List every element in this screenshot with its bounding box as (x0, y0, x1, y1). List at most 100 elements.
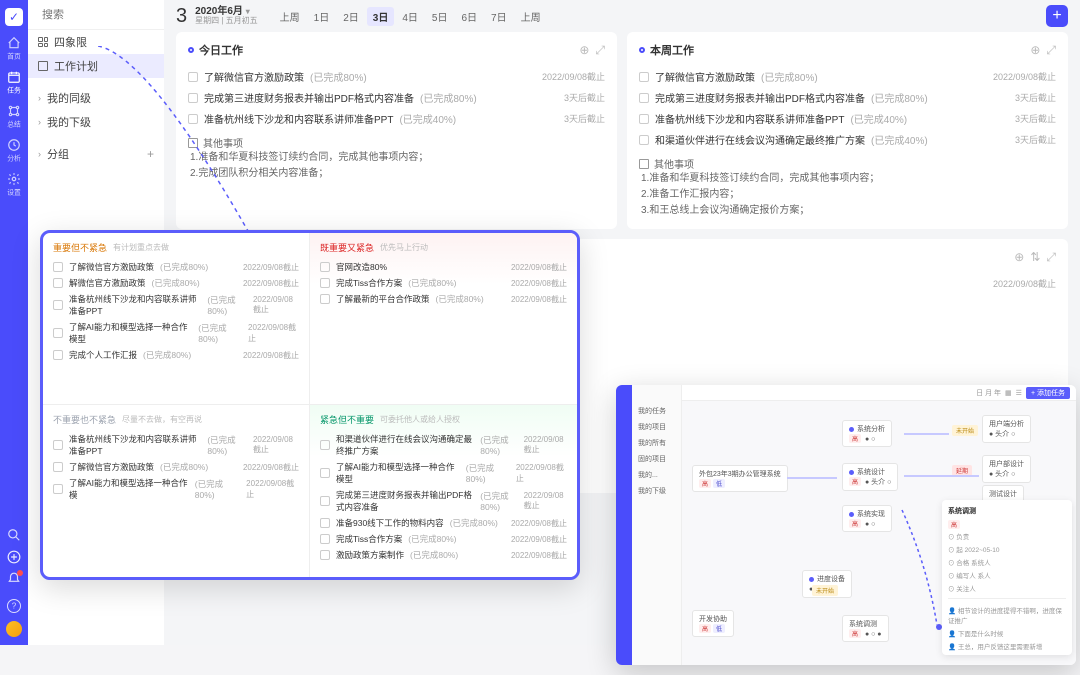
task-row[interactable]: 了解微信官方激励政策(已完成80%)2022/09/08截止 (53, 459, 299, 475)
checkbox[interactable] (320, 440, 330, 450)
add-icon[interactable]: ⊕ (579, 43, 589, 58)
checkbox[interactable] (53, 262, 63, 272)
task-row[interactable]: 了解微信官方激励政策(已完成80%)2022/09/08截止 (639, 66, 1056, 87)
task-row[interactable]: 了解微信官方激励政策(已完成80%)2022/09/08截止 (53, 259, 299, 275)
checkbox[interactable] (639, 93, 649, 103)
day-tab[interactable]: 2日 (337, 7, 365, 26)
sidebar-item-tasks[interactable]: 任务 (2, 68, 26, 98)
task-row[interactable]: 完成Tiss合作方案(已完成80%)2022/09/08截止 (320, 531, 567, 547)
checkbox[interactable] (53, 278, 63, 288)
preview-add-button[interactable]: + 添加任务 (1026, 387, 1070, 399)
task-row[interactable]: 了解微信官方激励政策(已完成80%)2022/09/08截止 (188, 66, 605, 87)
task-row[interactable]: 官网改造80%2022/09/08截止 (320, 259, 567, 275)
task-row[interactable]: 完成第三进度财务报表并输出PDF格式内容准备(已完成80%)3天后截止 (639, 87, 1056, 108)
mindmap-node[interactable]: 用户端分析● 头介 ○ (982, 415, 1031, 443)
add-icon[interactable]: ⊕ (1014, 250, 1024, 265)
checkbox[interactable] (320, 496, 330, 506)
task-row[interactable]: 了解AI能力和模型选择一种合作模型(已完成80%)2022/09/08截止 (53, 319, 299, 347)
plus-icon[interactable]: + (147, 147, 154, 161)
nav-quadrant[interactable]: 四象限 (28, 30, 164, 54)
task-row[interactable]: 激励政策方案制作(已完成80%)2022/09/08截止 (320, 547, 567, 563)
task-row[interactable]: 准备杭州线下沙龙和内容联系讲师准备PPT(已完成80%)2022/09/08截止 (53, 431, 299, 459)
day-tab[interactable]: 4日 (396, 7, 424, 26)
task-row[interactable]: 完成第三进度财务报表并输出PDF格式内容准备(已完成80%)3天后截止 (188, 87, 605, 108)
checkbox[interactable] (53, 462, 63, 472)
search-input[interactable] (42, 9, 184, 21)
nav-subs[interactable]: › 我的下级 (28, 110, 164, 134)
task-row[interactable]: 了解最新的平台合作政策(已完成80%)2022/09/08截止 (320, 291, 567, 307)
checkbox[interactable] (320, 262, 330, 272)
clock-icon (7, 138, 21, 152)
expand-icon[interactable]: ⤢ (1046, 43, 1056, 58)
mindmap-node[interactable]: 用户部设计● 头介 ○ (982, 455, 1031, 483)
day-tab[interactable]: 上周 (274, 7, 306, 26)
preview-nav-item[interactable]: 固的项目 (636, 451, 677, 467)
nav-group[interactable]: › 分组 + (28, 142, 164, 166)
preview-nav-item[interactable]: 我的下级 (636, 483, 677, 499)
help-icon[interactable]: ? (7, 599, 21, 613)
checkbox[interactable] (639, 114, 649, 124)
preview-nav-item[interactable]: 我的任务 (636, 403, 677, 419)
mindmap-node[interactable]: 开发协助高低 (692, 610, 734, 637)
user-avatar[interactable] (6, 621, 22, 637)
day-tab[interactable]: 1日 (308, 7, 336, 26)
preview-nav-item[interactable]: 我的项目 (636, 419, 677, 435)
add-icon[interactable]: ⊕ (1030, 43, 1040, 58)
note-icon (639, 159, 649, 169)
day-tab[interactable]: 5日 (426, 7, 454, 26)
checkbox[interactable] (639, 72, 649, 82)
checkbox[interactable] (320, 518, 330, 528)
task-row[interactable]: 了解AI能力和模型选择一种合作模型(已完成80%)2022/09/08截止 (320, 459, 567, 487)
sort-icon[interactable]: ⇅ (1030, 250, 1040, 265)
day-number: 3 (176, 5, 187, 28)
mindmap-node[interactable]: 系统实现高 ● ○ (842, 505, 892, 532)
day-tab[interactable]: 7日 (485, 7, 513, 26)
checkbox[interactable] (53, 300, 63, 310)
sidebar-item-settings[interactable]: 设置 (2, 170, 26, 200)
day-tab[interactable]: 6日 (455, 7, 483, 26)
task-row[interactable]: 完成Tiss合作方案(已完成80%)2022/09/08截止 (320, 275, 567, 291)
checkbox[interactable] (188, 72, 198, 82)
add-button[interactable]: + (1046, 5, 1068, 27)
task-row[interactable]: 和渠道伙伴进行在线会议沟通确定最终推广方案(已完成80%)2022/09/08截… (320, 431, 567, 459)
task-row[interactable]: 解微信官方激励政策(已完成80%)2022/09/08截止 (53, 275, 299, 291)
mindmap-node[interactable]: 系统设计高 ● 头介 ○ (842, 463, 898, 491)
task-row[interactable]: 准备930线下工作的物料内容(已完成80%)2022/09/08截止 (320, 515, 567, 531)
sidebar-item-summary[interactable]: 总结 (2, 102, 26, 132)
mindmap-node[interactable]: 外包23年3期办公管理系统高低 (692, 465, 788, 492)
checkbox[interactable] (320, 534, 330, 544)
sidebar-item-analysis[interactable]: 分析 (2, 136, 26, 166)
checkbox[interactable] (320, 278, 330, 288)
checkbox[interactable] (53, 350, 63, 360)
nav-plan[interactable]: 工作计划 (28, 54, 164, 78)
checkbox[interactable] (188, 93, 198, 103)
task-row[interactable]: 准备杭州线下沙龙和内容联系讲师准备PPT(已完成80%)2022/09/08截止 (53, 291, 299, 319)
sidebar-item-home[interactable]: 首页 (2, 34, 26, 64)
search-icon[interactable] (7, 528, 21, 542)
checkbox[interactable] (320, 294, 330, 304)
day-tab[interactable]: 3日 (367, 7, 395, 26)
quadrant-icon (38, 37, 48, 47)
preview-nav-item[interactable]: 我的... (636, 467, 677, 483)
task-row[interactable]: 准备杭州线下沙龙和内容联系讲师准备PPT(已完成40%)3天后截止 (639, 108, 1056, 129)
task-row[interactable]: 完成第三进度财务报表并输出PDF格式内容准备(已完成80%)2022/09/08… (320, 487, 567, 515)
mindmap-node[interactable]: 系统分析高 ● ○ (842, 420, 892, 447)
task-row[interactable]: 完成个人工作汇报(已完成80%)2022/09/08截止 (53, 347, 299, 363)
day-tab[interactable]: 上周 (515, 7, 547, 26)
expand-icon[interactable]: ⤢ (595, 43, 605, 58)
task-row[interactable]: 准备杭州线下沙龙和内容联系讲师准备PPT(已完成40%)3天后截止 (188, 108, 605, 129)
task-row[interactable]: 和渠道伙伴进行在线会议沟通确定最终推广方案(已完成40%)3天后截止 (639, 129, 1056, 150)
nav-peers[interactable]: › 我的同级 (28, 86, 164, 110)
checkbox[interactable] (320, 468, 330, 478)
checkbox[interactable] (188, 114, 198, 124)
checkbox[interactable] (320, 550, 330, 560)
task-row[interactable]: 了解AI能力和模型选择一种合作模(已完成80%)2022/09/08截止 (53, 475, 299, 503)
checkbox[interactable] (53, 328, 63, 338)
add-icon[interactable] (7, 550, 21, 564)
checkbox[interactable] (639, 135, 649, 145)
checkbox[interactable] (53, 440, 63, 450)
preview-nav-item[interactable]: 我的所有 (636, 435, 677, 451)
expand-icon[interactable]: ⤢ (1046, 250, 1056, 265)
mindmap-node[interactable]: 系统调测高 ● ○ ● (842, 615, 889, 642)
checkbox[interactable] (53, 484, 63, 494)
